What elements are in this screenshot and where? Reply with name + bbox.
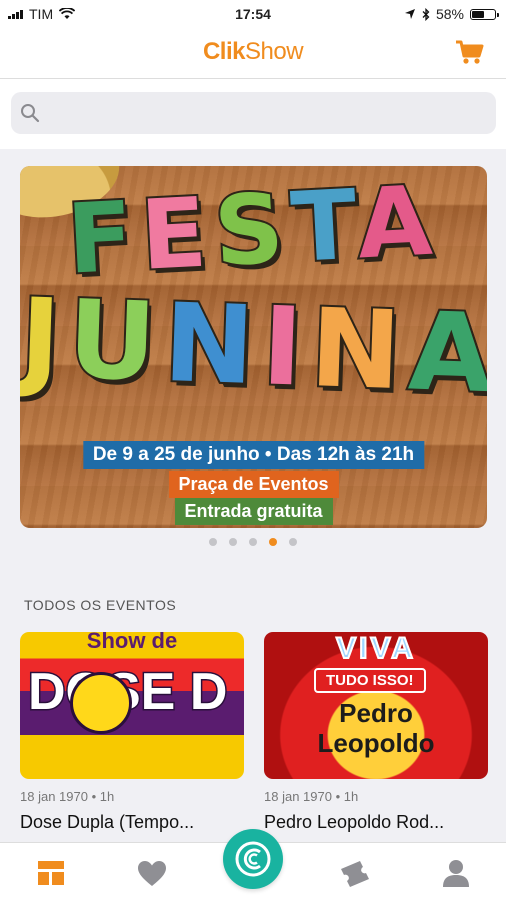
logo-part-bold: Clik [202, 38, 246, 65]
event-poster: VIVA TUDO ISSO! Pedro Leopoldo [264, 632, 488, 779]
title-letter: T [287, 167, 363, 286]
tab-tickets[interactable] [338, 857, 372, 889]
cart-icon[interactable] [454, 38, 486, 66]
app-logo: ClikShow [0, 38, 506, 66]
search-input[interactable] [11, 92, 496, 134]
tab-bar [0, 829, 506, 901]
title-letter: A [405, 287, 487, 419]
event-card[interactable]: Show de DOSE D 18 jan 1970 • 1h Dose Dup… [20, 632, 244, 833]
title-letter: N [306, 284, 413, 416]
poster-banner-text: TUDO ISSO! [314, 668, 426, 693]
carousel-dot[interactable] [209, 538, 217, 546]
banner-title-line2: JUNINA [20, 274, 487, 420]
title-letter: A [352, 166, 444, 282]
carousel-indicator [0, 538, 506, 546]
clikshow-c-icon [235, 841, 271, 877]
nav-bar: ClikShow [0, 28, 506, 79]
poster-top-text: VIVA [335, 632, 416, 666]
bluetooth-icon [422, 7, 430, 21]
logo-part-regular: Show [244, 38, 304, 65]
battery-percent: 58% [435, 6, 464, 22]
tab-profile[interactable] [439, 857, 473, 889]
search-icon [21, 104, 40, 123]
featured-banner[interactable]: FESTA JUNINA De 9 a 25 de junho • Das 12… [20, 166, 487, 528]
status-bar: TIM 17:54 58% [0, 0, 506, 28]
center-action-button[interactable] [223, 829, 283, 889]
banner-date-text: De 9 a 25 de junho • Das 12h às 21h [82, 441, 425, 469]
heart-icon [138, 860, 166, 886]
search-bar [0, 79, 506, 149]
tab-home[interactable] [34, 857, 68, 889]
ticket-icon [341, 861, 369, 887]
event-name: Dose Dupla (Tempo... [20, 812, 195, 832]
tab-favorites[interactable] [135, 857, 169, 889]
event-card[interactable]: VIVA TUDO ISSO! Pedro Leopoldo 18 jan 19… [264, 632, 488, 833]
title-letter: E [136, 174, 219, 294]
carousel-dot[interactable] [269, 538, 277, 546]
title-letter: U [64, 276, 168, 408]
title-letter: N [160, 279, 267, 411]
poster-top-text: Show de [86, 632, 178, 653]
title-letter: S [209, 170, 296, 290]
poster-name-line2: Leopoldo [317, 728, 435, 758]
battery-icon [470, 8, 499, 20]
carousel-dot[interactable] [229, 538, 237, 546]
banner-location-text: Praça de Eventos [168, 471, 339, 498]
title-letter: J [20, 274, 72, 405]
carousel-dot[interactable] [289, 538, 297, 546]
event-name: Pedro Leopoldo Rod... [264, 812, 445, 832]
event-date: 18 jan 1970 • 1h [264, 789, 359, 804]
event-date: 18 jan 1970 • 1h [20, 789, 115, 804]
carousel-dot[interactable] [249, 538, 257, 546]
event-poster: Show de DOSE D [20, 632, 244, 779]
status-right: 58% [404, 6, 499, 22]
location-icon [404, 9, 415, 19]
poster-name-line1: Pedro [339, 698, 413, 728]
poster-name-text: Pedro Leopoldo [264, 698, 488, 758]
home-grid-icon [38, 861, 64, 885]
section-title: TODOS OS EVENTOS [24, 597, 177, 613]
banner-entry-text: Entrada gratuita [174, 498, 333, 525]
profile-icon [443, 860, 469, 887]
smiley-face-icon [70, 672, 132, 734]
title-letter: I [258, 282, 315, 413]
